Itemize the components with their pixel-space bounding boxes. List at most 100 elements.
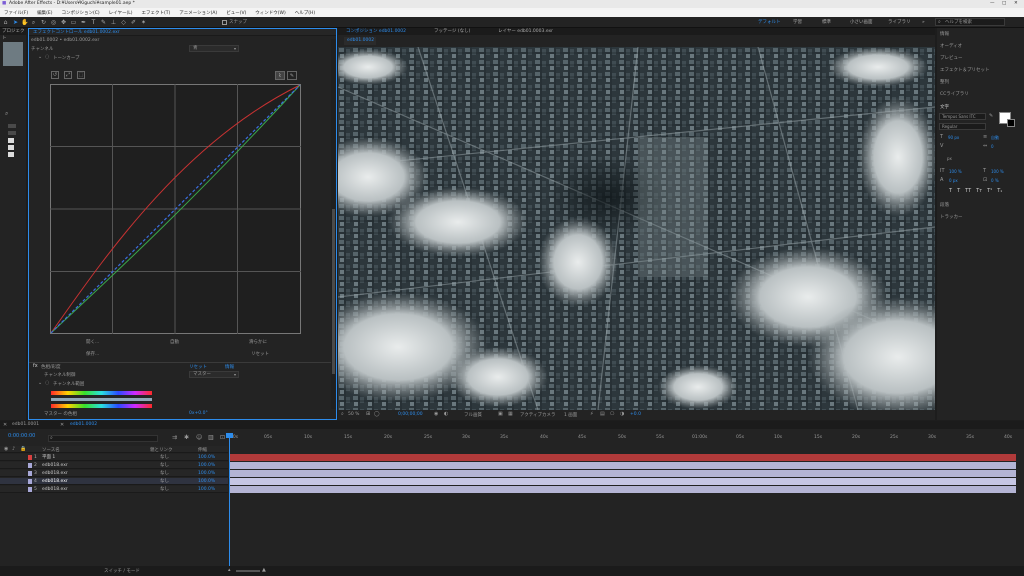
panel-effects-presets[interactable]: エフェクト＆プリセット — [940, 67, 990, 73]
camera-tool-icon[interactable]: ◎ — [50, 19, 57, 26]
project-item[interactable] — [8, 152, 14, 157]
panel-preview[interactable]: プレビュー — [940, 55, 963, 61]
layer-name[interactable]: edb018.exr — [42, 478, 68, 485]
project-panel-title[interactable]: プロジェクト — [0, 28, 26, 41]
layer-name[interactable]: 平面 1 — [42, 454, 55, 461]
transparency-grid-icon[interactable]: ▦ — [508, 411, 513, 417]
brush-tool-icon[interactable]: ✎ — [100, 19, 107, 26]
sub-tab[interactable]: edb01.0002 — [344, 37, 376, 45]
project-item[interactable] — [8, 138, 14, 143]
curve-open-icon[interactable]: ⤢ — [64, 71, 72, 79]
layer-stretch[interactable]: 100.0% — [198, 478, 215, 485]
baseline-shift-value[interactable]: 0 px — [949, 178, 958, 183]
curve-smooth-button[interactable]: 滑らかに — [249, 339, 267, 345]
layer-parent[interactable]: なし — [160, 478, 169, 485]
curve-save-button[interactable]: 保存... — [86, 351, 99, 357]
font-style-dropdown[interactable]: Regular — [939, 123, 986, 130]
help-search-box[interactable]: ⌕ ヘルプを検索 — [935, 18, 1005, 26]
curve-reset-button[interactable]: リセット — [251, 351, 269, 357]
menu-file[interactable]: ファイル(F) — [4, 10, 28, 16]
snapshot-icon[interactable]: ◉ — [434, 411, 438, 417]
layer-duration-bar[interactable] — [230, 486, 1016, 493]
composition-viewer[interactable] — [338, 47, 935, 410]
views-dropdown[interactable]: 1 画面 — [564, 412, 577, 418]
curve-toggle-icon[interactable]: ⬚ — [77, 71, 85, 79]
menu-edit[interactable]: 編集(E) — [37, 10, 52, 16]
comp-flowchart-icon[interactable]: ⇉ — [172, 434, 177, 441]
draft-3d-icon[interactable]: ✱ — [184, 434, 189, 441]
menu-layer[interactable]: レイヤー(L) — [109, 10, 133, 16]
character-panel-title[interactable]: 文字 — [940, 104, 949, 110]
zoom-dropdown[interactable]: 50 % — [348, 412, 359, 417]
zoom-tool-icon[interactable]: ⌕ — [30, 19, 37, 26]
timeline-tab-1[interactable]: edb01.0001 — [12, 421, 39, 429]
tab-layer[interactable]: レイヤー edb01.0003.exr — [498, 28, 553, 35]
channel-range-slider[interactable] — [51, 398, 152, 401]
all-caps-icon[interactable]: TT — [965, 188, 971, 194]
layer-label-color[interactable] — [28, 471, 32, 476]
master-hue-value[interactable]: 0x+0.0° — [189, 411, 208, 416]
layer-name[interactable]: edb018.exr — [42, 462, 68, 469]
layer-name[interactable]: edb018.exr — [42, 470, 68, 477]
tab-footage[interactable]: フッテージ (なし) — [434, 28, 470, 35]
roto-brush-tool-icon[interactable]: ✐ — [130, 19, 137, 26]
parent-link-column[interactable]: 親とリンク — [150, 447, 173, 453]
layer-duration-bar[interactable] — [230, 454, 1016, 461]
stretch-column[interactable]: 伸縮 — [198, 447, 207, 453]
timeline-icon[interactable]: ▤ — [600, 411, 605, 417]
project-item[interactable] — [8, 124, 16, 128]
layer-stretch[interactable]: 100.0% — [198, 486, 215, 493]
menu-effect[interactable]: エフェクト(T) — [142, 10, 171, 16]
vertical-scale-value[interactable]: 100 % — [949, 169, 962, 174]
home-icon[interactable]: ⌂ — [2, 19, 9, 26]
frame-blending-icon[interactable]: ▥ — [208, 434, 214, 441]
panel-align[interactable]: 整列 — [940, 79, 949, 85]
layer-parent[interactable]: なし — [160, 462, 169, 469]
fast-previews-icon[interactable]: ⚡ — [590, 411, 594, 417]
playhead[interactable] — [229, 433, 230, 567]
layer-row[interactable]: 5 edb018.exr なし 100.0% — [0, 486, 228, 493]
layer-row-selected[interactable]: 4 edb018.exr なし 100.0% — [0, 478, 228, 485]
superscript-icon[interactable]: T¹ — [987, 188, 992, 194]
channel-dropdown[interactable]: 青 ▾ — [189, 45, 239, 52]
menu-help[interactable]: ヘルプ(H) — [295, 10, 315, 16]
layer-parent[interactable]: なし — [160, 470, 169, 477]
resolution-dropdown[interactable]: フル画質 — [464, 412, 482, 418]
flowchart-icon[interactable]: ⎔ — [610, 411, 614, 417]
eyedropper-icon[interactable]: ✎ — [989, 113, 993, 119]
layer-duration-bar[interactable] — [230, 478, 1016, 485]
tone-curve-graph[interactable] — [50, 84, 301, 334]
paragraph-panel-title[interactable]: 段落 — [940, 202, 949, 208]
close-icon[interactable]: ✕ — [3, 421, 7, 429]
layer-parent[interactable]: なし — [160, 486, 169, 493]
font-size-value[interactable]: 90 px — [948, 135, 959, 140]
effect-about-button[interactable]: 情報 — [225, 364, 234, 370]
workspace-small-screen[interactable]: 小さい画面 — [850, 19, 873, 26]
panel-cc-libraries[interactable]: CCライブラリ — [940, 91, 969, 97]
zoom-in-icon[interactable]: ▲ — [262, 567, 266, 573]
channel-range-stopwatch-icon[interactable]: ◌ — [45, 380, 49, 386]
project-item[interactable] — [8, 131, 16, 135]
close-icon[interactable]: ✕ — [60, 421, 64, 429]
source-name-column[interactable]: ソース名 — [42, 447, 60, 453]
exposure-value[interactable]: +0.0 — [630, 412, 641, 417]
grid-guides-icon[interactable]: ⊞ — [366, 411, 370, 417]
scrollbar-thumb[interactable] — [332, 209, 335, 374]
eraser-tool-icon[interactable]: ◇ — [120, 19, 127, 26]
time-ruler[interactable]: 00s 05s 10s 15s 20s 25s 30s 35s 40s 45s … — [230, 435, 1018, 445]
workspace-learn[interactable]: 学習 — [793, 19, 802, 26]
menu-composition[interactable]: コンポジション(C) — [61, 10, 99, 16]
workspace-default[interactable]: デフォルト — [758, 19, 781, 26]
timeline-current-time[interactable]: 0:00:00:00 — [8, 433, 35, 439]
font-family-dropdown[interactable]: Tempus Sans ITC — [939, 113, 986, 120]
layer-parent[interactable]: なし — [160, 454, 169, 461]
menu-window[interactable]: ウィンドウ(W) — [255, 10, 285, 16]
horizontal-scale-value[interactable]: 100 % — [991, 169, 1004, 174]
tsume-value[interactable]: 0 % — [991, 178, 999, 183]
timeline-search-input[interactable]: ⌕ — [48, 435, 158, 442]
subscript-icon[interactable]: T₁ — [997, 188, 1002, 194]
curve-open-button[interactable]: 開く... — [86, 339, 99, 345]
menu-animation[interactable]: アニメーション(A) — [179, 10, 217, 16]
effect-panel-scrollbar[interactable] — [331, 39, 336, 409]
region-of-interest-icon[interactable]: ▣ — [498, 411, 503, 417]
